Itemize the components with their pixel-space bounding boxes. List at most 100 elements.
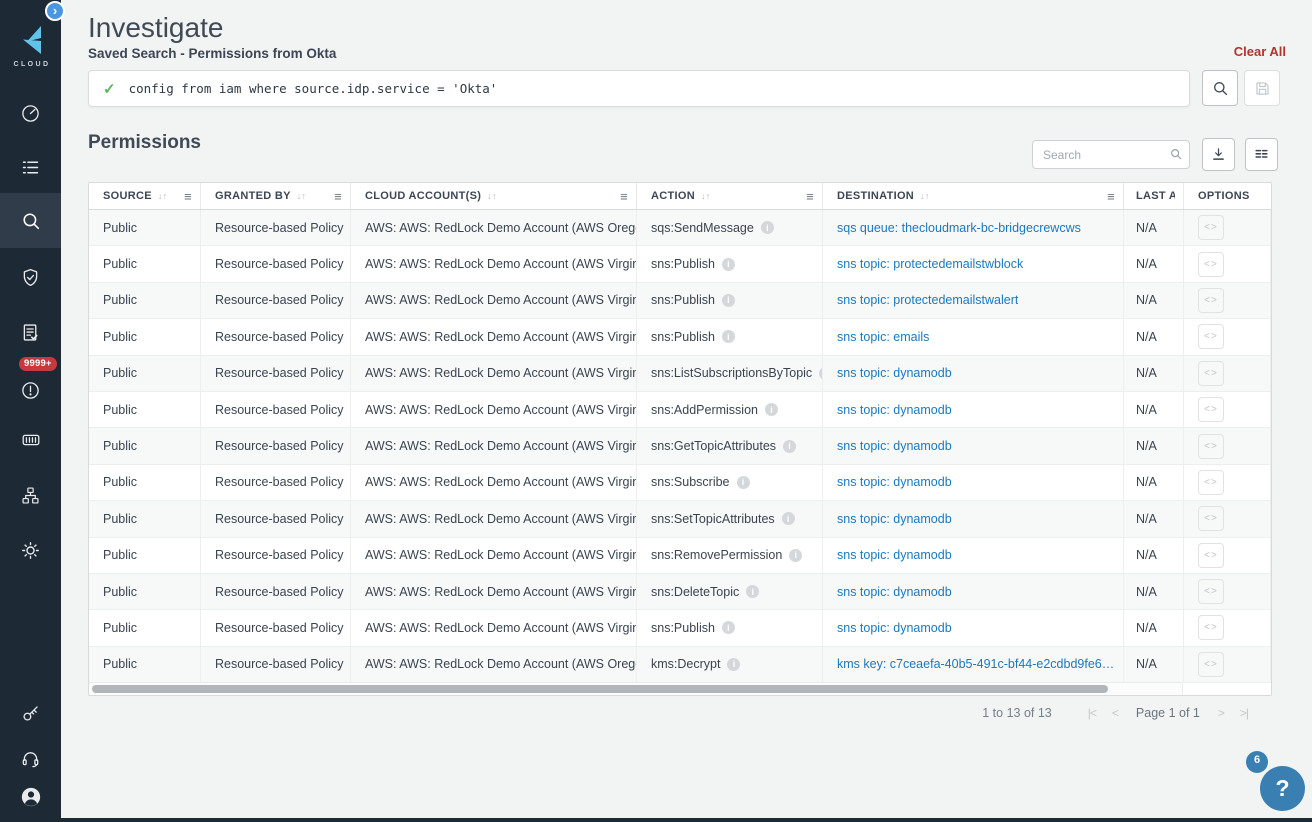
info-icon[interactable]: i	[761, 221, 774, 234]
column-menu-icon[interactable]: ≡	[184, 189, 192, 204]
column-header-granted-by[interactable]: GRANTED BY↓↑≡	[201, 183, 351, 209]
action-cell: sns:Publishi	[637, 319, 823, 354]
expand-row-button[interactable]: <>	[1198, 288, 1224, 313]
column-menu-icon[interactable]: ≡	[1107, 189, 1115, 204]
column-settings-button[interactable]	[1245, 138, 1278, 171]
expand-row-button[interactable]: <>	[1198, 506, 1224, 531]
info-icon[interactable]: i	[782, 512, 795, 525]
sort-icon[interactable]: ↓↑	[297, 191, 307, 201]
next-page-icon[interactable]: >	[1218, 706, 1224, 720]
last-access-cell: N/A	[1124, 610, 1184, 645]
column-menu-icon[interactable]: ≡	[806, 189, 814, 204]
scrollbar-thumb[interactable]	[92, 685, 1108, 693]
prev-page-icon[interactable]: <	[1112, 706, 1118, 720]
sort-icon[interactable]: ↓↑	[487, 191, 497, 201]
download-button[interactable]	[1202, 138, 1235, 171]
destination-link[interactable]: sns topic: dynamodb	[837, 585, 952, 599]
action-cell: sns:Publishi	[637, 610, 823, 645]
search-icon	[20, 210, 42, 232]
sort-icon[interactable]: ↓↑	[701, 191, 711, 201]
expand-row-button[interactable]: <>	[1198, 543, 1224, 568]
sidebar-item-compliance[interactable]	[0, 310, 61, 354]
first-page-icon[interactable]: |<	[1088, 706, 1096, 720]
sort-icon[interactable]: ↓↑	[158, 191, 168, 201]
granted-by-cell: Resource-based Policy	[201, 610, 351, 645]
sidebar-item-policies[interactable]	[0, 255, 61, 299]
destination-link[interactable]: sns topic: protectedemailstwblock	[837, 257, 1023, 271]
expand-row-button[interactable]: <>	[1198, 215, 1224, 240]
sidebar-item-access-keys[interactable]	[0, 691, 61, 735]
expand-row-button[interactable]: <>	[1198, 579, 1224, 604]
options-cell: <>	[1184, 356, 1271, 391]
destination-link[interactable]: sns topic: dynamodb	[837, 366, 952, 380]
destination-link[interactable]: sns topic: dynamodb	[837, 548, 952, 562]
sidebar-expand-button[interactable]: ›	[45, 1, 65, 21]
horizontal-scrollbar[interactable]	[89, 682, 1183, 695]
info-icon[interactable]: i	[737, 476, 750, 489]
sidebar-item-investigate[interactable]	[0, 193, 61, 248]
expand-row-button[interactable]: <>	[1198, 470, 1224, 495]
destination-link[interactable]: sns topic: dynamodb	[837, 403, 952, 417]
expand-row-button[interactable]: <>	[1198, 397, 1224, 422]
expand-row-button[interactable]: <>	[1198, 434, 1224, 459]
info-icon[interactable]: i	[783, 440, 796, 453]
info-icon[interactable]: i	[765, 403, 778, 416]
sidebar-item-network[interactable]	[0, 473, 61, 517]
info-icon[interactable]: i	[727, 658, 740, 671]
sidebar-item-alerts[interactable]	[0, 368, 61, 412]
sidebar-item-dashboard[interactable]	[0, 91, 61, 135]
destination-link[interactable]: sns topic: dynamodb	[837, 621, 952, 635]
column-menu-icon[interactable]: ≡	[620, 189, 628, 204]
granted-by-cell: Resource-based Policy	[201, 647, 351, 682]
expand-row-button[interactable]: <>	[1198, 652, 1224, 677]
destination-link[interactable]: sns topic: dynamodb	[837, 512, 952, 526]
destination-link[interactable]: sns topic: dynamodb	[837, 475, 952, 489]
last-access-cell: N/A	[1124, 246, 1184, 281]
expand-row-button[interactable]: <>	[1198, 252, 1224, 277]
expand-row-button[interactable]: <>	[1198, 361, 1224, 386]
column-header-action[interactable]: ACTION↓↑≡	[637, 183, 823, 209]
column-header-cloud-account-s[interactable]: CLOUD ACCOUNT(S)↓↑≡	[351, 183, 637, 209]
destination-cell: sns topic: dynamodb	[823, 428, 1124, 463]
expand-row-button[interactable]: <>	[1198, 324, 1224, 349]
column-header-destination[interactable]: DESTINATION↓↑≡	[823, 183, 1124, 209]
expand-row-button[interactable]: <>	[1198, 615, 1224, 640]
help-button[interactable]: ?	[1260, 766, 1305, 811]
destination-link[interactable]: sns topic: dynamodb	[837, 439, 952, 453]
last-page-icon[interactable]: >|	[1240, 706, 1248, 720]
sort-icon[interactable]: ↓↑	[920, 191, 930, 201]
info-icon[interactable]: i	[722, 258, 735, 271]
save-search-button[interactable]	[1244, 70, 1280, 106]
source-cell: Public	[89, 319, 201, 354]
destination-link[interactable]: sns topic: protectedemailstwalert	[837, 293, 1018, 307]
last-access-cell: N/A	[1124, 465, 1184, 500]
column-header-last-access[interactable]: LAST ACCESS	[1124, 183, 1184, 209]
sidebar-item-settings[interactable]	[0, 528, 61, 572]
destination-link[interactable]: kms key: c7ceaefa-40b5-491c-bf44-e2cdbd9…	[837, 657, 1115, 671]
destination-link[interactable]: sns topic: emails	[837, 330, 929, 344]
prisma-cloud-logo-icon	[17, 24, 45, 56]
column-header-source[interactable]: SOURCE↓↑≡	[89, 183, 201, 209]
query-text: config from iam where source.idp.service…	[129, 81, 498, 96]
info-icon[interactable]: i	[722, 294, 735, 307]
destination-link[interactable]: sqs queue: thecloudmark-bc-bridgecrewcws	[837, 221, 1081, 235]
sidebar-item-compute[interactable]	[0, 418, 61, 462]
table-search-input[interactable]	[1032, 140, 1190, 169]
cloud-account-cell: AWS: AWS: RedLock Demo Account (AWS Virg…	[351, 428, 637, 463]
sidebar-item-inventory[interactable]	[0, 145, 61, 189]
info-icon[interactable]: i	[722, 621, 735, 634]
sidebar-item-profile[interactable]	[0, 775, 61, 819]
query-input-bar[interactable]: ✓ config from iam where source.idp.servi…	[88, 70, 1190, 107]
search-icon	[1211, 79, 1230, 98]
column-menu-icon[interactable]: ≡	[334, 189, 342, 204]
last-access-cell: N/A	[1124, 210, 1184, 245]
info-icon[interactable]: i	[746, 585, 759, 598]
column-header-options[interactable]: OPTIONS	[1184, 183, 1271, 209]
code-icon: <>	[1204, 259, 1218, 270]
last-access-cell: N/A	[1124, 538, 1184, 573]
info-icon[interactable]: i	[722, 330, 735, 343]
run-search-button[interactable]	[1202, 70, 1238, 106]
info-icon[interactable]: i	[789, 549, 802, 562]
sidebar-item-support[interactable]	[0, 736, 61, 780]
clear-all-link[interactable]: Clear All	[1234, 44, 1286, 59]
